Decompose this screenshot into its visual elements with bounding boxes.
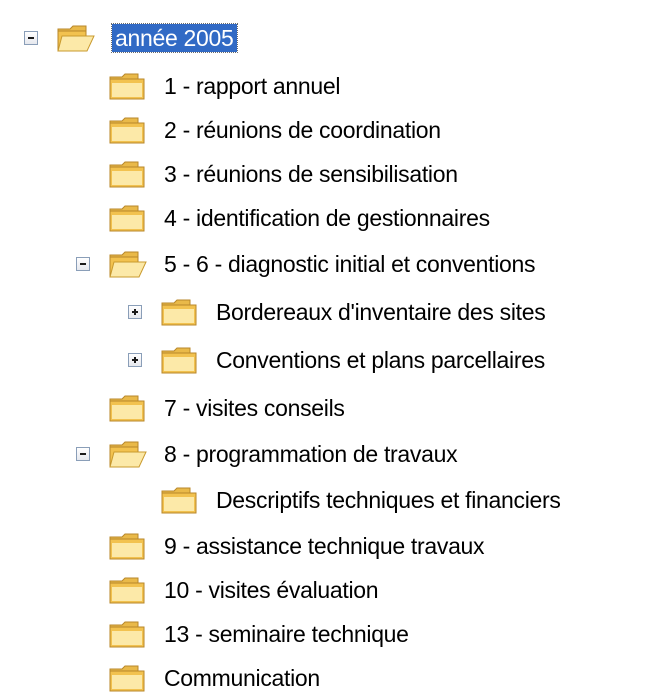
tree-node-label[interactable]: année 2005	[111, 23, 238, 53]
collapse-toggle-icon[interactable]	[76, 447, 90, 461]
folder-icon	[108, 393, 148, 423]
tree-node-label[interactable]: Bordereaux d'inventaire des sites	[216, 298, 546, 326]
tree-node-descriptifs-techniques[interactable]: Descriptifs techniques et financiers	[0, 480, 666, 520]
tree-node-assistance-technique[interactable]: 9 - assistance technique travaux	[0, 526, 600, 566]
folder-icon	[160, 297, 200, 327]
folder-tree: année 2005 1 - rapport annuel 2 - réunio…	[0, 0, 666, 698]
folder-icon	[160, 485, 200, 515]
folder-icon	[108, 531, 148, 561]
expand-toggle-icon[interactable]	[128, 353, 142, 367]
tree-node-label[interactable]: 5 - 6 - diagnostic initial et convention…	[164, 250, 536, 278]
tree-node-reunions-coordination[interactable]: 2 - réunions de coordination	[0, 110, 560, 150]
tree-node-visites-evaluation[interactable]: 10 - visites évaluation	[0, 570, 460, 610]
expand-toggle-icon[interactable]	[128, 305, 142, 319]
tree-node-label[interactable]: 3 - réunions de sensibilisation	[164, 160, 458, 188]
tree-node-identification-gestionnaires[interactable]: 4 - identification de gestionnaires	[0, 198, 600, 238]
collapse-toggle-icon[interactable]	[24, 31, 38, 45]
tree-node-conventions-plans[interactable]: Conventions et plans parcellaires	[0, 340, 666, 380]
folder-open-icon	[108, 439, 148, 469]
folder-icon	[108, 619, 148, 649]
tree-node-seminaire-technique[interactable]: 13 - seminaire technique	[0, 614, 520, 654]
tree-node-communication[interactable]: Communication	[0, 658, 420, 698]
tree-node-visites-conseils[interactable]: 7 - visites conseils	[0, 388, 420, 428]
tree-node-label[interactable]: Conventions et plans parcellaires	[216, 346, 545, 374]
folder-icon	[108, 115, 148, 145]
tree-node-annee-2005[interactable]: année 2005	[0, 18, 300, 58]
folder-icon	[108, 159, 148, 189]
folder-icon	[108, 203, 148, 233]
tree-node-diagnostic-conventions[interactable]: 5 - 6 - diagnostic initial et convention…	[0, 244, 666, 284]
tree-node-label[interactable]: Descriptifs techniques et financiers	[216, 486, 561, 514]
collapse-toggle-icon[interactable]	[76, 257, 90, 271]
tree-node-rapport-annuel[interactable]: 1 - rapport annuel	[0, 66, 420, 106]
folder-icon	[108, 575, 148, 605]
tree-node-label[interactable]: 4 - identification de gestionnaires	[164, 204, 490, 232]
folder-open-icon	[56, 23, 96, 53]
tree-node-label[interactable]: Communication	[164, 664, 320, 692]
tree-node-label[interactable]: 8 - programmation de travaux	[164, 440, 458, 468]
tree-node-reunions-sensibilisation[interactable]: 3 - réunions de sensibilisation	[0, 154, 560, 194]
tree-node-label[interactable]: 10 - visites évaluation	[164, 576, 379, 604]
tree-node-label[interactable]: 7 - visites conseils	[164, 394, 345, 422]
folder-open-icon	[108, 249, 148, 279]
tree-node-label[interactable]: 1 - rapport annuel	[164, 72, 340, 100]
tree-node-programmation-travaux[interactable]: 8 - programmation de travaux	[0, 434, 600, 474]
tree-node-label[interactable]: 9 - assistance technique travaux	[164, 532, 485, 560]
tree-node-label[interactable]: 13 - seminaire technique	[164, 620, 409, 648]
folder-icon	[108, 663, 148, 693]
tree-node-label[interactable]: 2 - réunions de coordination	[164, 116, 441, 144]
tree-node-bordereaux-inventaire[interactable]: Bordereaux d'inventaire des sites	[0, 292, 666, 332]
folder-icon	[160, 345, 200, 375]
folder-icon	[108, 71, 148, 101]
